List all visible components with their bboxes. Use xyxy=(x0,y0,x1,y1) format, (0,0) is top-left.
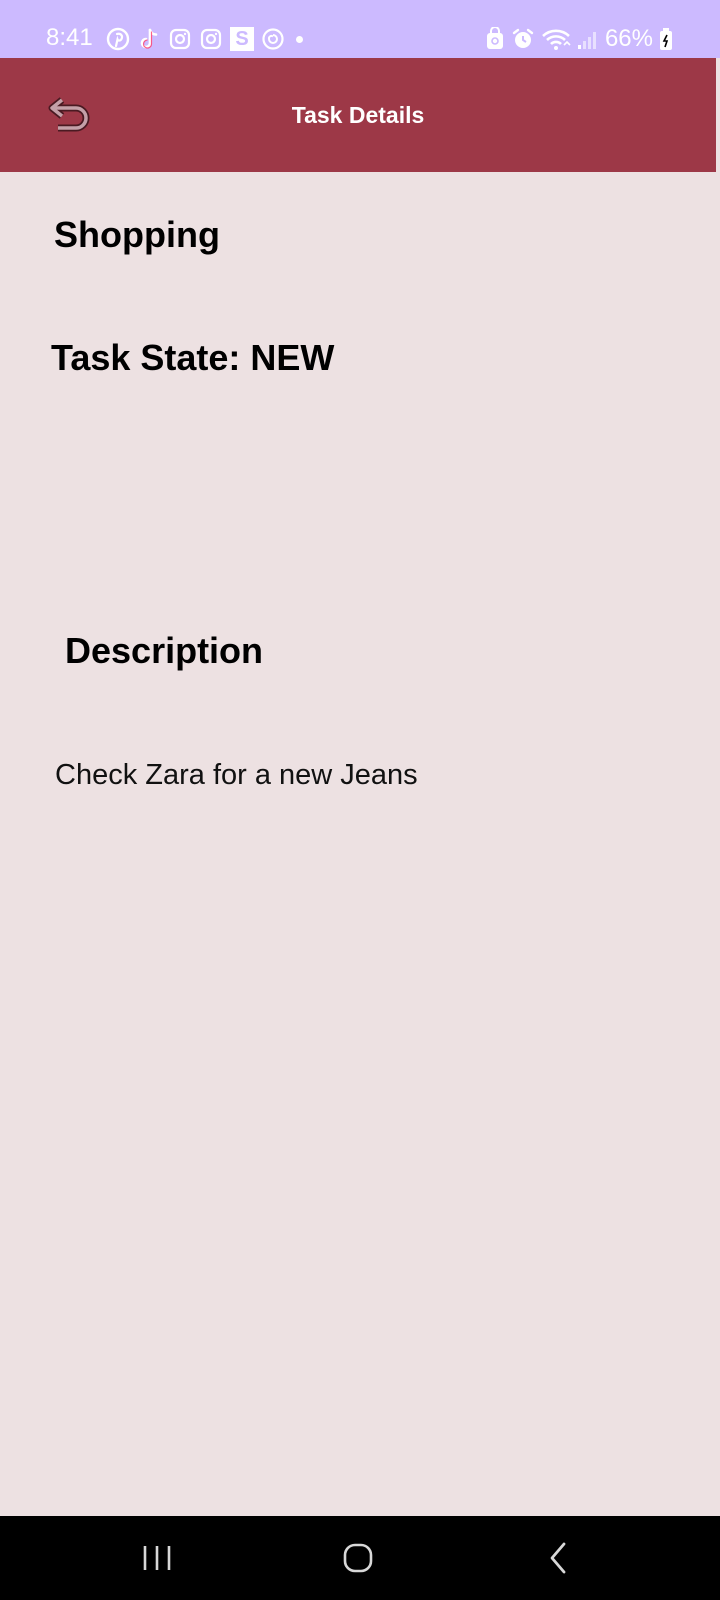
pinterest-icon xyxy=(106,27,130,51)
instagram-icon xyxy=(168,27,192,51)
navigation-bar xyxy=(0,1516,720,1600)
notification-dot xyxy=(296,35,303,43)
recent-apps-button[interactable] xyxy=(137,1538,177,1578)
task-state: Task State: NEW xyxy=(51,337,335,378)
task-description: Check Zara for a new Jeans xyxy=(55,759,418,791)
battery-percentage: 66% xyxy=(604,25,653,52)
tiktok-icon xyxy=(137,27,161,51)
home-button[interactable] xyxy=(338,1538,378,1578)
page-title: Task Details xyxy=(291,102,425,128)
recent-apps-icon xyxy=(143,1546,171,1570)
back-icon xyxy=(550,1542,566,1574)
home-icon xyxy=(343,1543,373,1573)
app-bar: Task Details xyxy=(0,58,716,172)
signal-icon xyxy=(577,27,599,51)
task-title: Shopping xyxy=(54,214,220,255)
s-app-icon: S xyxy=(230,27,254,51)
alarm-icon xyxy=(511,27,535,51)
lock-badge-icon xyxy=(485,27,505,51)
wifi-icon xyxy=(541,27,571,51)
spiral-app-icon xyxy=(261,27,285,51)
notification-icons: S xyxy=(106,27,303,51)
system-icons: 66% xyxy=(485,26,673,52)
description-heading: Description xyxy=(65,630,264,671)
status-bar: 8:41 S 66% xyxy=(0,0,720,58)
battery-icon xyxy=(659,27,673,51)
nav-back-button[interactable] xyxy=(540,1538,580,1578)
instagram-icon xyxy=(199,27,223,51)
status-time: 8:41 xyxy=(46,24,93,51)
